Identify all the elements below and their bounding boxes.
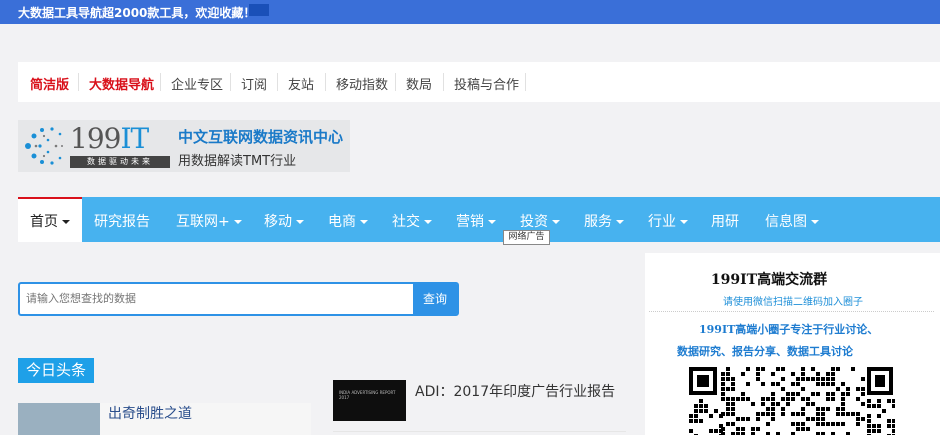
chevron-down-icon	[811, 220, 819, 224]
news-thumbnail[interactable]: INDIA ADVERTISING REPORT 2017	[333, 380, 406, 421]
nav-item-services-label: 服务	[584, 214, 612, 230]
sidebar-title: 199IT高端交流群	[710, 272, 828, 288]
nav-item-investment[interactable]: 投资	[520, 211, 560, 231]
chevron-down-icon	[360, 220, 368, 224]
nav-item-marketing[interactable]: 营销	[456, 211, 496, 231]
sub-navigation: 简洁版 大数据导航 企业专区 订阅 友站 移动指数 数局 投稿与合作	[18, 62, 940, 102]
nav-item-ecommerce[interactable]: 电商	[328, 211, 368, 231]
sidebar-subtitle: 请使用微信扫描二维码加入圈子	[723, 297, 863, 308]
nav-item-industry-label: 行业	[648, 214, 676, 230]
subnav-item-mobile-index[interactable]: 移动指数	[336, 74, 388, 93]
logo-title: 中文互联网数据资讯中心	[178, 128, 344, 146]
nav-item-marketing-label: 营销	[456, 214, 484, 230]
chevron-down-icon	[62, 220, 70, 224]
nav-item-ecommerce-label: 电商	[328, 214, 356, 230]
nav-item-social[interactable]: 社交	[392, 211, 432, 231]
headline-image[interactable]: 出奇制胜之道	[18, 403, 311, 435]
site-logo[interactable]: 199IT 数据驱动未来 中文互联网数据资讯中心 用数据解读TMT行业	[18, 120, 350, 172]
logo-dots-icon	[25, 127, 63, 165]
nav-item-investment-label: 投资	[520, 214, 548, 230]
headline-image-caption: 出奇制胜之道	[108, 406, 192, 422]
subnav-item-subscribe[interactable]: 订阅	[241, 74, 267, 93]
chevron-down-icon	[296, 220, 304, 224]
news-thumbnail-text: INDIA ADVERTISING REPORT 2017	[339, 390, 396, 400]
nav-item-user-research[interactable]: 用研	[711, 211, 739, 231]
nav-item-services[interactable]: 服务	[584, 211, 624, 231]
subnav-item-shuju[interactable]: 数局	[406, 74, 432, 93]
subnav-divider	[325, 73, 326, 91]
qr-code-icon[interactable]	[687, 365, 895, 435]
sidebar-desc-line2: 数据研究、报告分享、数据工具讨论	[677, 345, 853, 358]
headline-section-tag: 今日头条	[18, 358, 94, 383]
subnav-item-friends[interactable]: 友站	[288, 74, 314, 93]
search-box: 查询	[18, 282, 459, 316]
subnav-item-bigdata-nav[interactable]: 大数据导航	[89, 74, 154, 93]
main-navigation: 首页 研究报告 互联网+ 移动 电商 社交 营销 投资 服务 行业 用研 信息图	[18, 197, 940, 242]
nav-item-industry[interactable]: 行业	[648, 211, 688, 231]
subnav-item-simple[interactable]: 简洁版	[30, 74, 69, 93]
nav-item-social-label: 社交	[392, 214, 420, 230]
subnav-divider	[395, 73, 396, 91]
chevron-down-icon	[424, 220, 432, 224]
top-announcement-bar: 大数据工具导航超2000款工具，欢迎收藏！	[0, 0, 940, 24]
chevron-down-icon	[552, 220, 560, 224]
nav-item-mobile-label: 移动	[264, 214, 292, 230]
nav-tooltip: 网络广告	[503, 230, 550, 245]
announcement-text[interactable]: 大数据工具导航超2000款工具，欢迎收藏！	[18, 4, 255, 21]
nav-item-home-label: 首页	[30, 214, 58, 230]
sidebar-desc-line1: 199IT高端小圈子专注于行业讨论、	[699, 323, 879, 336]
subnav-divider	[525, 73, 526, 91]
logo-slogan: 数据驱动未来	[70, 156, 170, 168]
chevron-down-icon	[616, 220, 624, 224]
news-title-link[interactable]: ADI：2017年印度广告行业报告	[415, 381, 615, 401]
logo-suffix: IT	[120, 122, 149, 155]
chevron-down-icon	[233, 220, 242, 224]
nav-item-infographic-label: 信息图	[765, 214, 807, 230]
nav-item-infographic[interactable]: 信息图	[765, 211, 819, 231]
chevron-down-icon	[488, 220, 496, 224]
search-input[interactable]	[26, 290, 406, 308]
nav-item-reports[interactable]: 研究报告	[94, 211, 150, 231]
subnav-divider	[78, 73, 79, 91]
subnav-item-enterprise[interactable]: 企业专区	[171, 74, 223, 93]
chevron-down-icon	[680, 220, 688, 224]
subnav-divider	[443, 73, 444, 91]
nav-item-home[interactable]: 首页	[30, 211, 70, 231]
logo-wordmark: 199IT	[70, 122, 149, 155]
subnav-item-contribute[interactable]: 投稿与合作	[454, 74, 519, 93]
sidebar-divider	[649, 311, 934, 312]
search-button[interactable]: 查询	[413, 282, 457, 316]
nav-item-internet-plus[interactable]: 互联网+	[176, 211, 242, 231]
logo-number: 199	[70, 122, 121, 155]
logo-subtitle: 用数据解读TMT行业	[178, 154, 297, 169]
subnav-divider	[277, 73, 278, 91]
announcement-tag	[249, 4, 269, 16]
sidebar-group-card: 199IT高端交流群 请使用微信扫描二维码加入圈子 199IT高端小圈子专注于行…	[645, 253, 940, 435]
subnav-divider	[160, 73, 161, 91]
subnav-divider	[230, 73, 231, 91]
nav-item-mobile[interactable]: 移动	[264, 211, 304, 231]
nav-item-internet-plus-label: 互联网+	[176, 214, 230, 230]
headline-image-photo	[18, 403, 100, 435]
news-divider	[333, 431, 626, 432]
